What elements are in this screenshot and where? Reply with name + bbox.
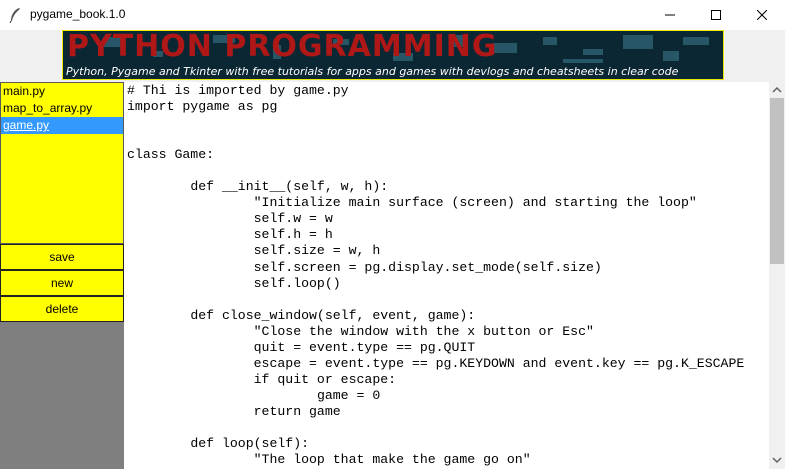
banner-image: PYTHON PROGRAMMING Python, Pygame and Tk… xyxy=(62,30,724,80)
file-listbox[interactable]: main.py map_to_array.py game.py xyxy=(0,82,124,244)
banner-subtitle: Python, Pygame and Tkinter with free tut… xyxy=(66,65,679,78)
minimize-button[interactable] xyxy=(647,0,693,30)
maximize-icon xyxy=(711,10,721,20)
code-editor[interactable]: # Thi is imported by game.py import pyga… xyxy=(124,82,769,469)
file-item-map-to-array[interactable]: map_to_array.py xyxy=(1,100,123,117)
feather-icon xyxy=(9,8,20,23)
close-button[interactable] xyxy=(739,0,785,30)
scroll-down-icon[interactable] xyxy=(772,456,782,464)
file-item-game[interactable]: game.py xyxy=(1,117,123,134)
close-icon xyxy=(757,10,767,20)
title-bar: pygame_book.1.0 xyxy=(0,0,785,30)
code-text[interactable]: # Thi is imported by game.py import pyga… xyxy=(127,83,744,468)
sidebar-empty-area xyxy=(0,322,124,469)
file-item-main[interactable]: main.py xyxy=(1,83,123,100)
delete-button[interactable]: delete xyxy=(0,296,124,322)
banner-title: PYTHON PROGRAMMING xyxy=(67,30,498,64)
maximize-button[interactable] xyxy=(693,0,739,30)
editor-scrollbar[interactable] xyxy=(769,82,785,469)
save-button[interactable]: save xyxy=(0,244,124,270)
new-button[interactable]: new xyxy=(0,270,124,296)
scrollbar-thumb[interactable] xyxy=(770,98,784,264)
window-title: pygame_book.1.0 xyxy=(30,7,126,21)
minimize-icon xyxy=(665,14,675,16)
scroll-up-icon[interactable] xyxy=(772,86,782,94)
